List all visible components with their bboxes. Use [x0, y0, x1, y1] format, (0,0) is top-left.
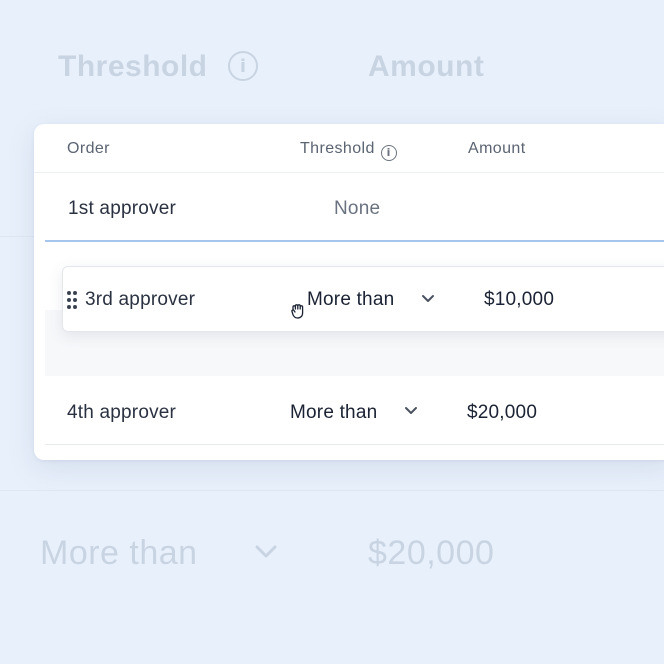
- bg-info-icon: i: [228, 51, 258, 81]
- bg-threshold-header: Threshold: [58, 50, 208, 83]
- row-order-label: 4th approver: [67, 402, 177, 423]
- row-threshold-select[interactable]: More than: [307, 289, 394, 311]
- bg-row-amount: $20,000: [368, 534, 495, 572]
- bg-divider: [0, 490, 664, 491]
- row-order-label: 3rd approver: [85, 289, 196, 310]
- grab-hand-cursor-icon: [291, 304, 304, 319]
- bg-chevron-down-icon: [255, 545, 277, 558]
- column-header-threshold: Threshold i: [300, 140, 397, 161]
- bg-row-threshold: More than: [40, 534, 198, 572]
- bg-amount-header: Amount: [368, 50, 485, 83]
- row-amount-value: $10,000: [484, 289, 555, 310]
- row-order-label: 1st approver: [68, 198, 177, 219]
- column-header-order: Order: [67, 140, 110, 157]
- column-header-threshold-label: Threshold: [300, 140, 375, 157]
- approvers-card: Order Threshold i Amount 1st approver Non…: [34, 124, 664, 460]
- info-icon[interactable]: i: [380, 144, 397, 161]
- chevron-down-icon[interactable]: [421, 294, 435, 304]
- row-threshold-value: None: [334, 198, 381, 219]
- drag-handle-icon[interactable]: [67, 291, 79, 309]
- table-header: Order Threshold i Amount: [34, 124, 664, 173]
- column-header-amount: Amount: [468, 140, 526, 157]
- row-divider: [45, 444, 664, 445]
- dragging-table-row[interactable]: 3rd approver More than $10,000: [62, 266, 664, 332]
- row-amount-value: $20,000: [467, 402, 538, 423]
- drop-indicator: [45, 240, 664, 242]
- row-threshold-select[interactable]: More than: [290, 402, 377, 424]
- chevron-down-icon[interactable]: [404, 406, 418, 416]
